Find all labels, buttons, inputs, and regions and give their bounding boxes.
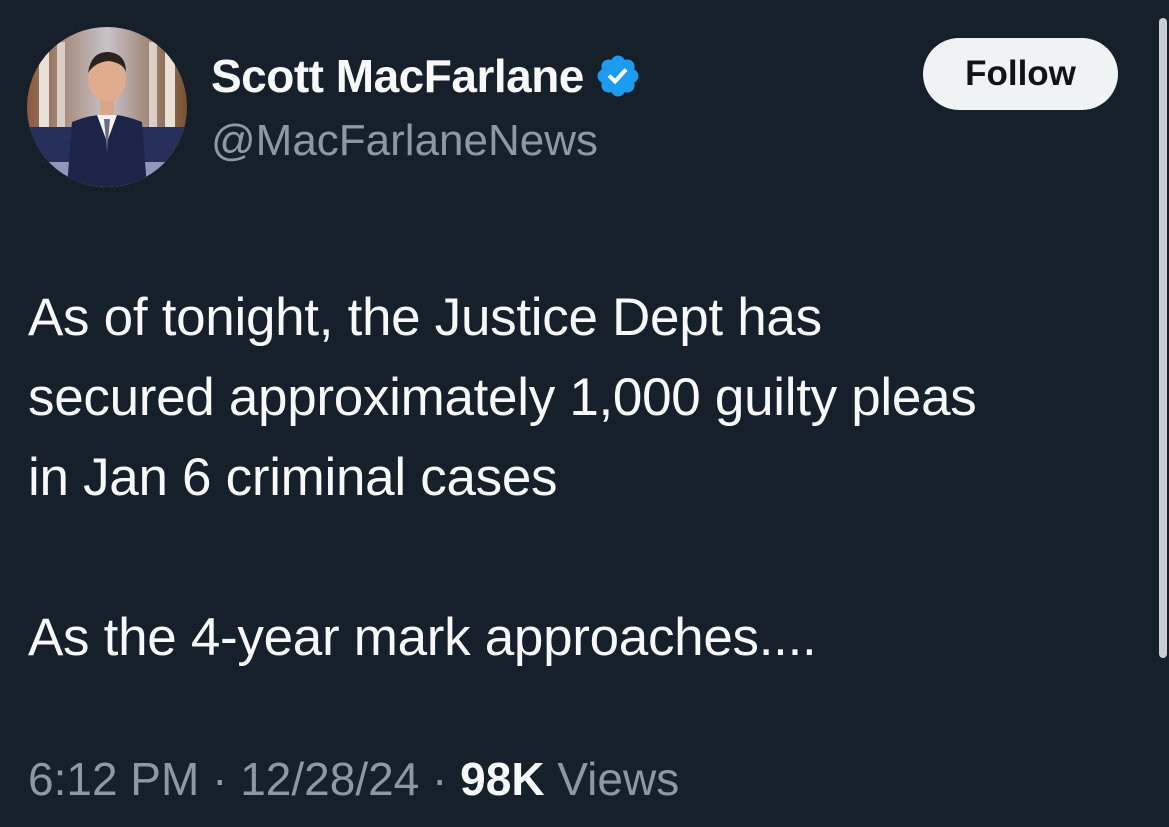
tweet-card: Scott MacFarlane @MacFarlaneNews Follow … — [0, 0, 1169, 827]
tweet-text-line: secured approximately 1,000 guilty pleas — [28, 368, 977, 427]
tweet-text-line: in Jan 6 criminal cases — [28, 448, 558, 507]
author-display-name[interactable]: Scott MacFarlane — [211, 49, 584, 103]
tweet-time[interactable]: 6:12 PM — [28, 753, 199, 805]
meta-separator: · — [199, 753, 241, 805]
follow-button[interactable]: Follow — [923, 38, 1118, 110]
tweet-text-line: As of tonight, the Justice Dept has — [28, 288, 822, 347]
author-handle[interactable]: @MacFarlaneNews — [211, 116, 598, 166]
views-label: Views — [544, 753, 680, 805]
tweet-text: As of tonight, the Justice Dept has secu… — [28, 278, 1143, 678]
tweet-text-line: As the 4-year mark approaches.... — [28, 608, 817, 667]
scrollbar-thumb[interactable] — [1159, 18, 1167, 658]
scrollbar[interactable] — [1157, 0, 1169, 827]
verified-badge-icon — [594, 52, 642, 100]
author-name-row: Scott MacFarlane — [211, 46, 642, 106]
meta-separator: · — [419, 753, 461, 805]
tweet-meta: 6:12 PM · 12/28/24 · 98K Views — [28, 752, 679, 806]
views-count[interactable]: 98K — [460, 753, 544, 805]
avatar-photo — [27, 27, 187, 187]
tweet-date[interactable]: 12/28/24 — [240, 753, 419, 805]
avatar[interactable] — [27, 27, 187, 187]
